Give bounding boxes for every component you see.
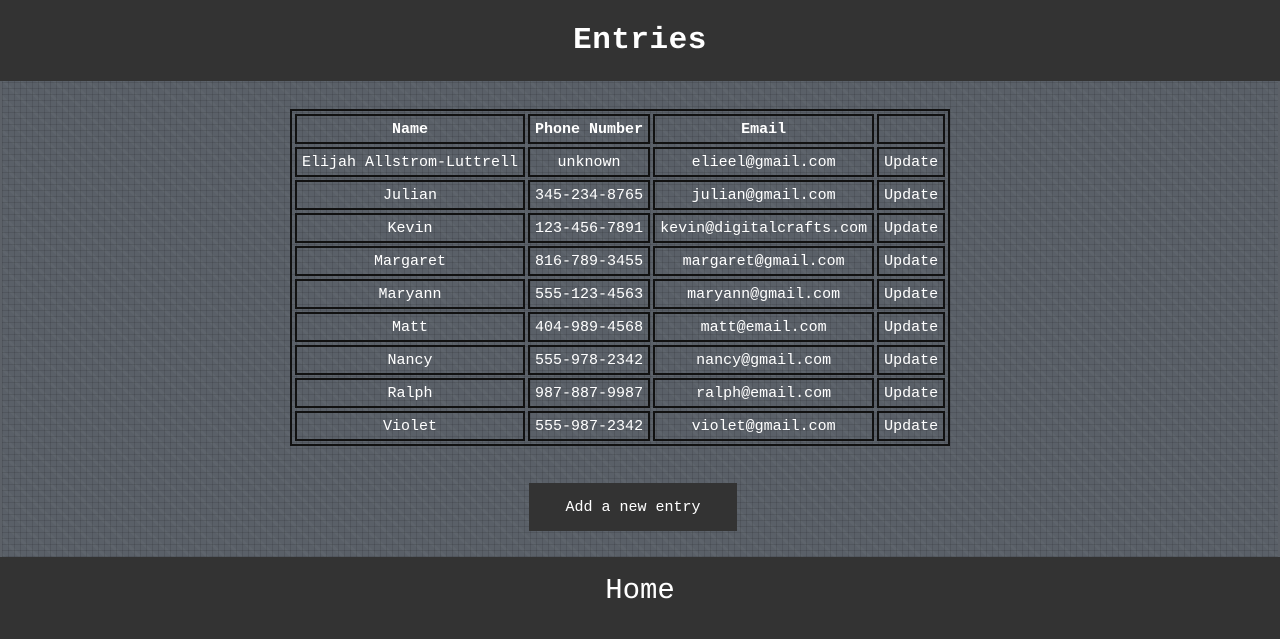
cell-action: Update	[877, 378, 946, 408]
table-row: Kevin 123-456-7891 kevin@digitalcrafts.c…	[295, 213, 946, 243]
cell-action: Update	[877, 279, 946, 309]
update-link[interactable]: Update	[884, 319, 938, 336]
cell-email: elieel@gmail.com	[653, 147, 875, 177]
table-header-row: Name Phone Number Email	[295, 114, 946, 144]
page-footer: Home	[0, 557, 1280, 639]
cell-action: Update	[877, 246, 946, 276]
cell-email: nancy@gmail.com	[653, 345, 875, 375]
page-header: Entries	[0, 0, 1280, 81]
cell-name: Violet	[295, 411, 526, 441]
cell-email: matt@email.com	[653, 312, 875, 342]
column-header-action	[877, 114, 946, 144]
cell-email: julian@gmail.com	[653, 180, 875, 210]
cell-name: Kevin	[295, 213, 526, 243]
cell-action: Update	[877, 312, 946, 342]
cell-action: Update	[877, 213, 946, 243]
table-row: Nancy 555-978-2342 nancy@gmail.com Updat…	[295, 345, 946, 375]
cell-phone: 345-234-8765	[528, 180, 651, 210]
cell-name: Julian	[295, 180, 526, 210]
update-link[interactable]: Update	[884, 385, 938, 402]
cell-action: Update	[877, 180, 946, 210]
cell-phone: 555-978-2342	[528, 345, 651, 375]
cell-action: Update	[877, 345, 946, 375]
update-link[interactable]: Update	[884, 220, 938, 237]
column-header-email: Email	[653, 114, 875, 144]
update-link[interactable]: Update	[884, 286, 938, 303]
column-header-name: Name	[295, 114, 526, 144]
cell-email: kevin@digitalcrafts.com	[653, 213, 875, 243]
table-row: Matt 404-989-4568 matt@email.com Update	[295, 312, 946, 342]
cell-phone: 816-789-3455	[528, 246, 651, 276]
update-link[interactable]: Update	[884, 187, 938, 204]
cell-phone: 123-456-7891	[528, 213, 651, 243]
page-title: Entries	[573, 23, 707, 58]
cell-phone: unknown	[528, 147, 651, 177]
table-row: Julian 345-234-8765 julian@gmail.com Upd…	[295, 180, 946, 210]
update-link[interactable]: Update	[884, 154, 938, 171]
cell-action: Update	[877, 411, 946, 441]
cell-phone: 555-123-4563	[528, 279, 651, 309]
cell-email: maryann@gmail.com	[653, 279, 875, 309]
entries-table-body: Elijah Allstrom-Luttrell unknown elieel@…	[295, 147, 946, 441]
cell-name: Elijah Allstrom-Luttrell	[295, 147, 526, 177]
cell-name: Maryann	[295, 279, 526, 309]
home-link[interactable]: Home	[605, 574, 675, 607]
cell-action: Update	[877, 147, 946, 177]
main-content: Name Phone Number Email Elijah Allstrom-…	[2, 81, 1278, 557]
cell-phone: 404-989-4568	[528, 312, 651, 342]
cell-email: violet@gmail.com	[653, 411, 875, 441]
table-row: Maryann 555-123-4563 maryann@gmail.com U…	[295, 279, 946, 309]
cell-name: Margaret	[295, 246, 526, 276]
column-header-phone: Phone Number	[528, 114, 651, 144]
cell-email: ralph@email.com	[653, 378, 875, 408]
cell-name: Ralph	[295, 378, 526, 408]
update-link[interactable]: Update	[884, 418, 938, 435]
add-entry-button[interactable]: Add a new entry	[529, 483, 737, 531]
cell-name: Nancy	[295, 345, 526, 375]
cell-name: Matt	[295, 312, 526, 342]
entries-table: Name Phone Number Email Elijah Allstrom-…	[290, 109, 951, 446]
table-row: Violet 555-987-2342 violet@gmail.com Upd…	[295, 411, 946, 441]
table-row: Elijah Allstrom-Luttrell unknown elieel@…	[295, 147, 946, 177]
table-row: Ralph 987-887-9987 ralph@email.com Updat…	[295, 378, 946, 408]
update-link[interactable]: Update	[884, 352, 938, 369]
update-link[interactable]: Update	[884, 253, 938, 270]
table-row: Margaret 816-789-3455 margaret@gmail.com…	[295, 246, 946, 276]
cell-phone: 555-987-2342	[528, 411, 651, 441]
cell-email: margaret@gmail.com	[653, 246, 875, 276]
cell-phone: 987-887-9987	[528, 378, 651, 408]
